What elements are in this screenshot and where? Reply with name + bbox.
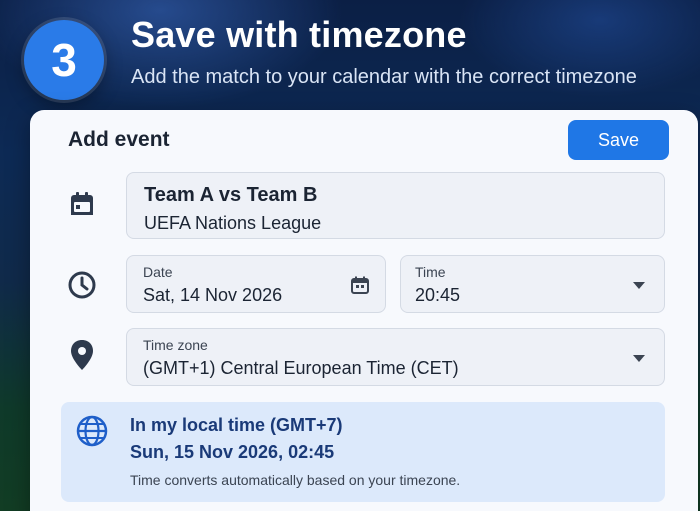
timezone-select[interactable]: Time zone (GMT+1) Central European Time … <box>126 328 665 386</box>
local-time-note: Time converts automatically based on you… <box>130 472 461 488</box>
timezone-value: (GMT+1) Central European Time (CET) <box>143 358 459 378</box>
local-time-info-box: In my local time (GMT+7) Sun, 15 Nov 202… <box>61 402 665 502</box>
date-label: Date <box>143 264 173 280</box>
date-field[interactable]: Date Sat, 14 Nov 2026 <box>126 255 386 313</box>
globe-icon <box>75 414 109 453</box>
event-subtitle: UEFA Nations League <box>144 213 322 233</box>
event-title-field[interactable]: Team A vs Team B UEFA Nations League <box>126 172 665 239</box>
calendar-small-icon[interactable] <box>351 276 369 299</box>
location-pin-icon <box>67 340 97 370</box>
add-event-dialog: Add event Save Team A vs Team B UEFA Nat… <box>30 110 698 511</box>
time-label: Time <box>415 264 446 280</box>
time-field[interactable]: Time 20:45 <box>400 255 665 313</box>
step-subtitle: Add the match to your calendar with the … <box>131 66 637 88</box>
timezone-dropdown-caret-icon[interactable] <box>633 355 645 362</box>
timezone-label: Time zone <box>143 337 208 353</box>
step-number-badge: 3 <box>24 20 104 100</box>
clock-icon <box>67 270 97 300</box>
time-value: 20:45 <box>415 285 461 305</box>
local-time-heading: In my local time (GMT+7) <box>130 415 343 435</box>
time-dropdown-caret-icon[interactable] <box>633 282 645 289</box>
step-title: Save with timezone <box>131 14 467 55</box>
local-time-value: Sun, 15 Nov 2026, 02:45 <box>130 442 335 462</box>
event-title: Team A vs Team B <box>144 184 318 206</box>
save-button[interactable]: Save <box>568 120 669 160</box>
date-value: Sat, 14 Nov 2026 <box>143 285 283 305</box>
calendar-icon <box>67 189 97 219</box>
dialog-title: Add event <box>68 128 170 151</box>
